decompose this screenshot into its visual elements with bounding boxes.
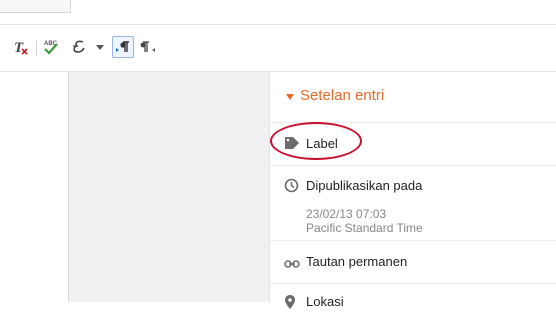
toolbar-separator [36,41,37,55]
dropdown-arrow-icon[interactable] [94,36,106,58]
top-bar [0,0,556,25]
top-tab[interactable] [0,0,71,13]
panel-title: Setelan entri [300,87,385,104]
published-date: 23/02/13 07:03 [306,207,387,221]
ltr-direction-icon[interactable] [112,36,134,58]
permalink-label: Tautan permanen [306,254,408,269]
clear-formatting-icon[interactable]: T [10,36,32,58]
permalink-row[interactable]: Tautan permanen [270,241,556,284]
labels-label: Label [306,136,338,151]
published-row[interactable]: Dipublikasikan pada 23/02/13 07:03 Pacif… [270,166,556,241]
caret-down-icon [286,94,294,100]
post-settings-header[interactable]: Setelan entri [270,72,556,123]
location-row[interactable]: Lokasi [270,284,556,314]
spellcheck-icon[interactable]: ABC [40,36,62,58]
location-pin-icon [284,294,296,315]
link-icon [284,256,300,274]
published-timezone: Pacific Standard Time [306,221,423,235]
post-editor-area[interactable] [0,72,69,302]
published-label: Dipublikasikan pada [306,178,423,193]
rtl-direction-icon[interactable] [138,36,158,58]
post-settings-panel: Setelan entri Label Dipublikasikan pada … [269,72,556,309]
tag-icon [284,136,300,155]
input-tools-icon[interactable] [68,36,90,58]
labels-row[interactable]: Label [270,123,556,166]
clock-icon [284,178,299,198]
editor-background [69,72,269,302]
editor-toolbar: T ABC [0,25,556,72]
